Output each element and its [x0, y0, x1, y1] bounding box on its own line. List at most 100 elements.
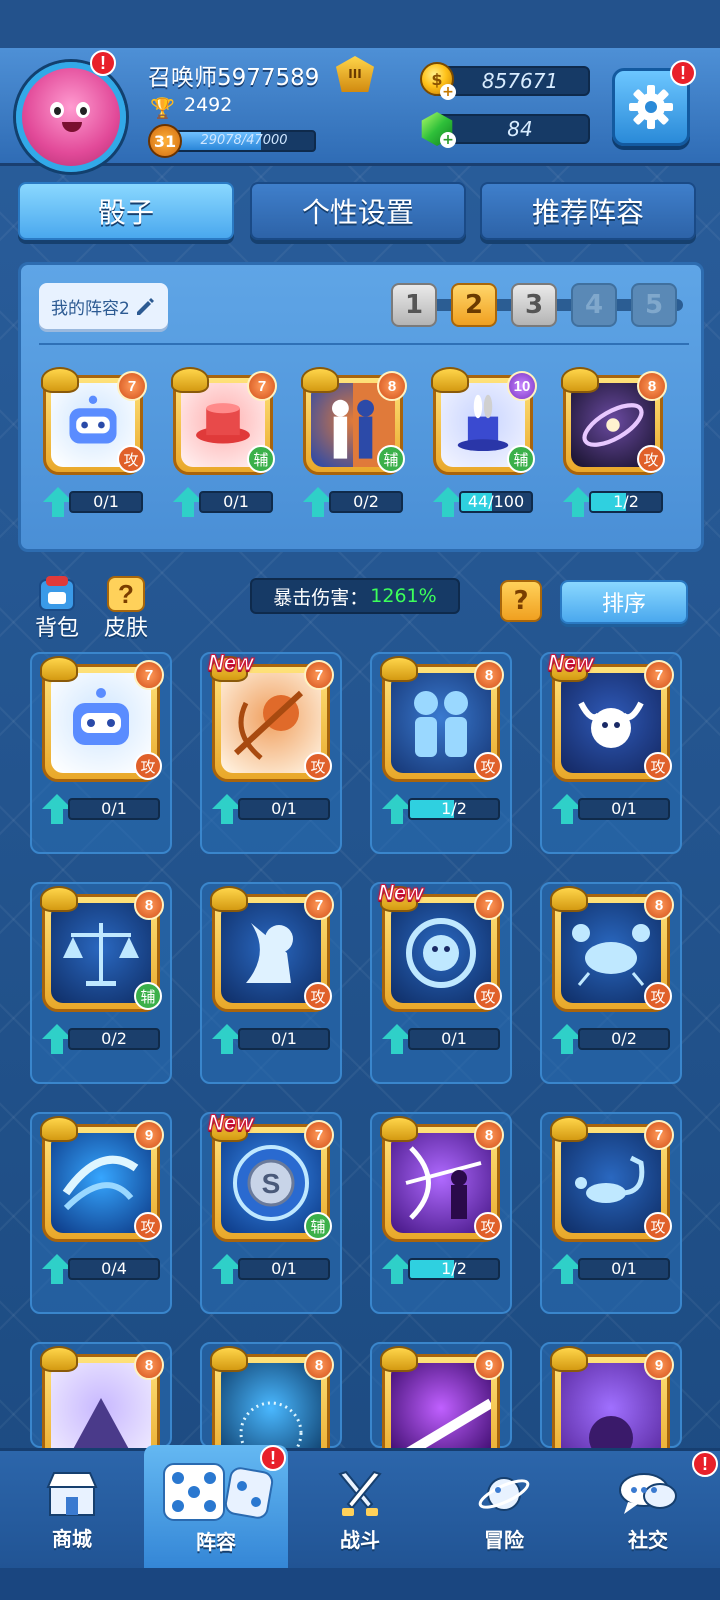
- dragon-crown-ornament: [550, 1116, 588, 1142]
- dragon-crown-ornament: [40, 1116, 78, 1142]
- support-role-tag: 辅: [247, 445, 275, 473]
- crit-damage-value: 1261%: [370, 585, 437, 607]
- progress-text: 0/1: [271, 1029, 297, 1048]
- dice-level-badge: 8: [644, 890, 674, 920]
- attack-role-tag: 攻: [134, 752, 162, 780]
- tab-customize[interactable]: 个性设置: [250, 182, 466, 240]
- player-avatar[interactable]: [16, 62, 126, 172]
- gear-icon: [629, 85, 673, 129]
- progress-text: 0/2: [353, 492, 379, 511]
- nav-adventure[interactable]: 冒险: [432, 1451, 576, 1569]
- support-role-tag: 辅: [377, 445, 405, 473]
- upgrade-progress-bar: 0/1: [69, 491, 143, 513]
- dice-card[interactable]: 7 攻 0/1: [210, 886, 334, 1072]
- player-level-badge: 31: [148, 124, 182, 158]
- deck-name: 我的阵容2: [51, 298, 130, 319]
- nav-battle[interactable]: 战斗: [288, 1451, 432, 1569]
- dice-card[interactable]: 7 辅 0/1: [171, 367, 277, 535]
- support-role-tag: 辅: [304, 1212, 332, 1240]
- nav-deck-label: 阵容: [196, 1529, 236, 1554]
- dice-level-badge: 8: [474, 1120, 504, 1150]
- dice-card[interactable]: 9 攻 0/4: [40, 1116, 164, 1302]
- dragon-crown-ornament: [380, 656, 418, 682]
- help-button[interactable]: ?: [500, 580, 542, 622]
- dice-level-badge: 9: [134, 1120, 164, 1150]
- deck-slot-tab-5[interactable]: 5: [631, 283, 677, 327]
- dice-level-badge: 10: [507, 371, 537, 401]
- dice-level-badge: 7: [117, 371, 147, 401]
- backpack-button[interactable]: 背包: [34, 574, 80, 642]
- upgrade-progress-bar: 0/1: [238, 1258, 330, 1280]
- dice-level-badge: 7: [304, 1120, 334, 1150]
- deck-slot-tab-2[interactable]: 2: [451, 283, 497, 327]
- add-gold-icon[interactable]: +: [440, 84, 456, 100]
- dice-card[interactable]: 8 攻 0/2: [550, 886, 674, 1072]
- dice-card[interactable]: 8 攻 1/2: [380, 656, 504, 842]
- deck-slot-tab-1[interactable]: 1: [391, 283, 437, 327]
- tab-dice[interactable]: 骰子: [18, 182, 234, 240]
- dragon-crown-ornament: [550, 1346, 588, 1372]
- system-home-bar: [0, 1568, 720, 1600]
- dice-card[interactable]: 8 攻 1/2: [561, 367, 667, 535]
- dice-card[interactable]: 8 辅 0/2: [40, 886, 164, 1072]
- dragon-crown-ornament: [210, 1346, 248, 1372]
- attack-role-tag: 攻: [117, 445, 145, 473]
- progress-text: 0/2: [101, 1029, 127, 1048]
- deck-slot-tab-3[interactable]: 3: [511, 283, 557, 327]
- upgrade-progress-bar: 0/1: [238, 798, 330, 820]
- skin-button[interactable]: ? 皮肤: [104, 574, 148, 642]
- dice-level-badge: 8: [637, 371, 667, 401]
- tab-recommended-decks[interactable]: 推荐阵容: [480, 182, 696, 240]
- xp-text: 29078/47000: [200, 133, 288, 148]
- backpack-label: 背包: [34, 616, 79, 641]
- dragon-crown-ornament: [171, 367, 209, 393]
- upgrade-progress-bar: 0/1: [408, 1028, 500, 1050]
- add-gem-icon[interactable]: +: [440, 132, 456, 148]
- dragon-crown-ornament: [210, 886, 248, 912]
- dragon-crown-ornament: [380, 1116, 418, 1142]
- new-tag: New: [377, 880, 424, 906]
- deck-slot-tab-4[interactable]: 4: [571, 283, 617, 327]
- dice-card[interactable]: 7 攻 0/1: [41, 367, 147, 535]
- planet-icon: [478, 1476, 530, 1511]
- dice-card[interactable]: 10 辅 44/100: [431, 367, 537, 535]
- progress-text: 44/100: [467, 492, 525, 511]
- dice-level-badge: 7: [644, 1120, 674, 1150]
- attack-role-tag: 攻: [644, 752, 672, 780]
- dice-level-badge: 7: [644, 660, 674, 690]
- upgrade-progress-bar: 0/1: [578, 1258, 670, 1280]
- dice-card[interactable]: 7 攻 0/1 New: [377, 880, 504, 1072]
- nav-shop-label: 商城: [52, 1526, 92, 1551]
- dragon-crown-ornament: [550, 886, 588, 912]
- dice-card[interactable]: 7 攻 0/1 New: [207, 650, 334, 842]
- progress-text: 0/1: [441, 1029, 467, 1048]
- nav-deck-alert-badge: !: [260, 1445, 286, 1471]
- dice-level-badge: 7: [474, 890, 504, 920]
- dice-card[interactable]: 8 攻 1/2: [380, 1116, 504, 1302]
- avatar-alert-badge: !: [90, 50, 116, 76]
- player-header: ! 召唤师5977589 III 🏆 2492 31 29078/47000 8…: [0, 48, 720, 172]
- dice-card[interactable]: 8 辅 0/2: [301, 367, 407, 535]
- chat-icon: [619, 1472, 677, 1514]
- backpack-icon: [39, 576, 75, 611]
- dice-level-badge: 8: [134, 1350, 164, 1380]
- dice-card[interactable]: 7 攻 0/1: [40, 656, 164, 842]
- new-tag: New: [207, 650, 254, 676]
- upgrade-progress-bar: 44/100: [459, 491, 533, 513]
- dice-card[interactable]: 7 攻 0/1: [550, 1116, 674, 1302]
- dragon-crown-ornament: [301, 367, 339, 393]
- trophy-icon: 🏆: [150, 96, 175, 120]
- avatar-face: [50, 102, 94, 132]
- nav-shop[interactable]: 商城: [0, 1451, 144, 1569]
- sort-button[interactable]: 排序: [560, 580, 688, 624]
- dice-level-badge: 7: [304, 660, 334, 690]
- deck-name-button[interactable]: 我的阵容2: [39, 283, 168, 329]
- upgrade-progress-bar: 0/1: [68, 798, 160, 820]
- dice-card[interactable]: 7 攻 0/1 New: [547, 650, 674, 842]
- attack-role-tag: 攻: [474, 1212, 502, 1240]
- dice-level-badge: 8: [134, 890, 164, 920]
- progress-text: 0/1: [271, 1259, 297, 1278]
- progress-text: 1/2: [613, 492, 639, 511]
- support-role-tag: 辅: [507, 445, 535, 473]
- dice-card[interactable]: S 7 辅 0/1 New: [207, 1110, 334, 1302]
